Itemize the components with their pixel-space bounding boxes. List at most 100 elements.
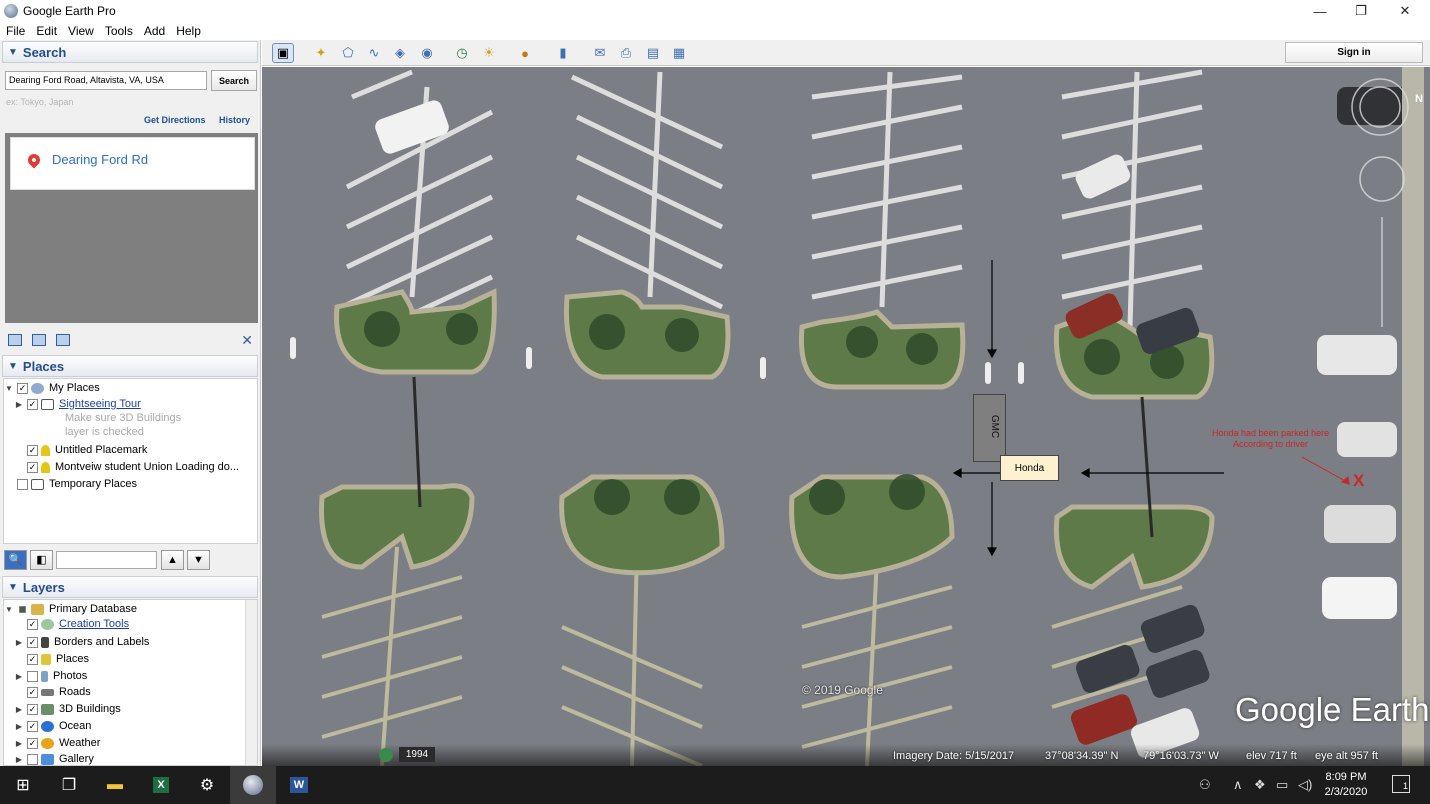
menu-add[interactable]: Add [144, 24, 165, 38]
close-icon[interactable]: ✕ [241, 332, 253, 349]
checkbox[interactable]: ✓ [27, 703, 38, 715]
search-places-icon[interactable]: 🔍 [4, 549, 27, 570]
layer-gallery[interactable]: ▶ Gallery [14, 751, 94, 765]
save-image-icon[interactable]: ▤ [642, 43, 664, 63]
tree-item-my-places[interactable]: ▼ ✓ My Places [4, 380, 100, 396]
layer-places[interactable]: ✓ Places [24, 651, 89, 667]
search-result-name[interactable]: Dearing Ford Rd [52, 152, 148, 167]
action-center-icon[interactable]: 1 [1392, 775, 1410, 793]
map-view[interactable]: GMC Honda Honda had been parked here Acc… [262, 67, 1430, 766]
show-hidden-icons-icon[interactable]: ∧ [1233, 777, 1243, 793]
expand-icon[interactable]: ▶ [14, 705, 24, 714]
expand-icon[interactable]: ▶ [14, 722, 24, 731]
sunlight-icon[interactable]: ☀ [478, 43, 500, 63]
word-icon[interactable]: W [276, 766, 322, 804]
switch-planet-icon[interactable]: ● [514, 43, 536, 63]
print-icon[interactable] [56, 334, 70, 346]
toggle-panel-icon[interactable]: ◧ [30, 549, 53, 570]
tree-item-untitled-placemark[interactable]: ✓ Untitled Placemark [24, 442, 147, 458]
layer-borders-labels[interactable]: ▶ ✓ Borders and Labels [14, 634, 149, 650]
places-panel-header[interactable]: ▼ Places [2, 355, 258, 377]
historical-imagery-clock-icon[interactable] [379, 748, 393, 762]
layer-ocean[interactable]: ▶ ✓ Ocean [14, 718, 92, 734]
move-up-icon[interactable]: ▲ [161, 549, 184, 570]
checkbox[interactable] [27, 670, 38, 682]
expand-icon[interactable]: ▶ [14, 638, 24, 647]
tree-label[interactable]: Creation Tools [59, 618, 129, 630]
layers-scrollbar[interactable] [245, 600, 257, 765]
layer-3d-buildings[interactable]: ▶ ✓ 3D Buildings [14, 701, 121, 717]
menu-tools[interactable]: Tools [105, 24, 133, 38]
close-button[interactable]: ✕ [1382, 0, 1428, 22]
history-link[interactable]: History [219, 115, 250, 125]
checkbox[interactable]: ✓ [27, 398, 38, 410]
expand-icon[interactable]: ▶ [14, 400, 24, 409]
search-result-item[interactable]: Dearing Ford Rd [10, 137, 255, 190]
layers-panel-header[interactable]: ▼ Layers [2, 576, 258, 598]
maximize-button[interactable]: ❐ [1338, 0, 1384, 22]
expand-icon[interactable]: ▼ [4, 605, 14, 614]
windows-start-icon[interactable]: ⊞ [0, 766, 46, 804]
get-directions-link[interactable]: Get Directions [144, 115, 206, 125]
menu-view[interactable]: View [68, 24, 94, 38]
menu-help[interactable]: Help [176, 24, 201, 38]
compass-north-label[interactable]: N [1415, 93, 1423, 105]
expand-icon[interactable]: ▶ [14, 672, 24, 681]
copy-icon[interactable] [32, 334, 46, 346]
search-panel-header[interactable]: ▼ Search [2, 41, 258, 63]
tree-item-montveiw[interactable]: ✓ Montveiw student Union Loading do... [24, 459, 239, 475]
history-year-badge[interactable]: 1994 [399, 747, 435, 762]
checkbox[interactable]: ✓ [27, 653, 38, 665]
print-icon[interactable]: ⎙ [615, 43, 637, 63]
tree-label[interactable]: Sightseeing Tour [59, 398, 141, 410]
checkbox[interactable] [27, 753, 38, 765]
checkbox[interactable]: ✓ [27, 461, 38, 473]
checkbox[interactable] [17, 478, 28, 490]
menu-edit[interactable]: Edit [36, 24, 57, 38]
layer-photos[interactable]: ▶ Photos [14, 668, 87, 684]
people-icon[interactable]: ⚇ [1199, 777, 1211, 793]
sign-in-button[interactable]: Sign in [1285, 42, 1423, 63]
file-explorer-icon[interactable]: ▬ [92, 766, 138, 804]
layer-creation-tools[interactable]: ✓ Creation Tools [24, 616, 129, 632]
minimize-button[interactable]: — [1297, 0, 1343, 22]
layer-weather[interactable]: ▶ ✓ Weather [14, 735, 100, 751]
historical-imagery-icon[interactable]: ◷ [451, 43, 473, 63]
dropbox-icon[interactable]: ❖ [1254, 777, 1266, 793]
expand-icon[interactable]: ▶ [14, 739, 24, 748]
checkbox[interactable]: ✓ [17, 382, 28, 394]
expand-icon[interactable]: ▼ [4, 384, 14, 393]
add-path-icon[interactable]: ∿ [363, 43, 385, 63]
record-tour-icon[interactable]: ◉ [416, 43, 438, 63]
battery-icon[interactable]: ▭ [1276, 777, 1288, 793]
checkbox[interactable]: ✓ [27, 618, 38, 630]
add-polygon-icon[interactable]: ⬠ [337, 43, 359, 63]
satellite-imagery[interactable] [262, 67, 1430, 766]
menu-file[interactable]: File [6, 24, 25, 38]
places-filter-input[interactable] [56, 550, 157, 569]
add-overlay-icon[interactable]: ◈ [389, 43, 411, 63]
view-maps-icon[interactable]: ▦ [668, 43, 690, 63]
add-placemark-icon[interactable]: ✦ [310, 43, 332, 63]
folder-icon[interactable] [8, 334, 22, 346]
google-earth-taskbar-icon[interactable] [230, 766, 276, 804]
expand-icon[interactable]: ▶ [14, 755, 24, 764]
task-view-icon[interactable]: ❐ [46, 766, 92, 804]
sidebar-toggle-icon[interactable]: ▣ [272, 43, 294, 63]
tree-item-temporary-places[interactable]: Temporary Places [14, 476, 137, 492]
email-icon[interactable]: ✉ [589, 43, 611, 63]
checkbox[interactable] [19, 605, 26, 613]
clock[interactable]: 8:09 PM 2/3/2020 [1322, 770, 1370, 800]
search-input[interactable]: Dearing Ford Road, Altavista, VA, USA [5, 71, 207, 90]
checkbox[interactable]: ✓ [27, 636, 38, 648]
ruler-icon[interactable]: ▮ [552, 43, 574, 63]
checkbox[interactable]: ✓ [27, 737, 38, 749]
layer-primary-database[interactable]: ▼ Primary Database [4, 601, 137, 617]
layer-roads[interactable]: ✓ Roads [24, 684, 91, 700]
checkbox[interactable]: ✓ [27, 444, 38, 456]
checkbox[interactable]: ✓ [27, 686, 38, 698]
volume-icon[interactable]: ◁) [1298, 777, 1312, 793]
excel-icon[interactable]: X [138, 766, 184, 804]
checkbox[interactable]: ✓ [27, 720, 38, 732]
settings-gear-icon[interactable]: ⚙ [184, 766, 230, 804]
